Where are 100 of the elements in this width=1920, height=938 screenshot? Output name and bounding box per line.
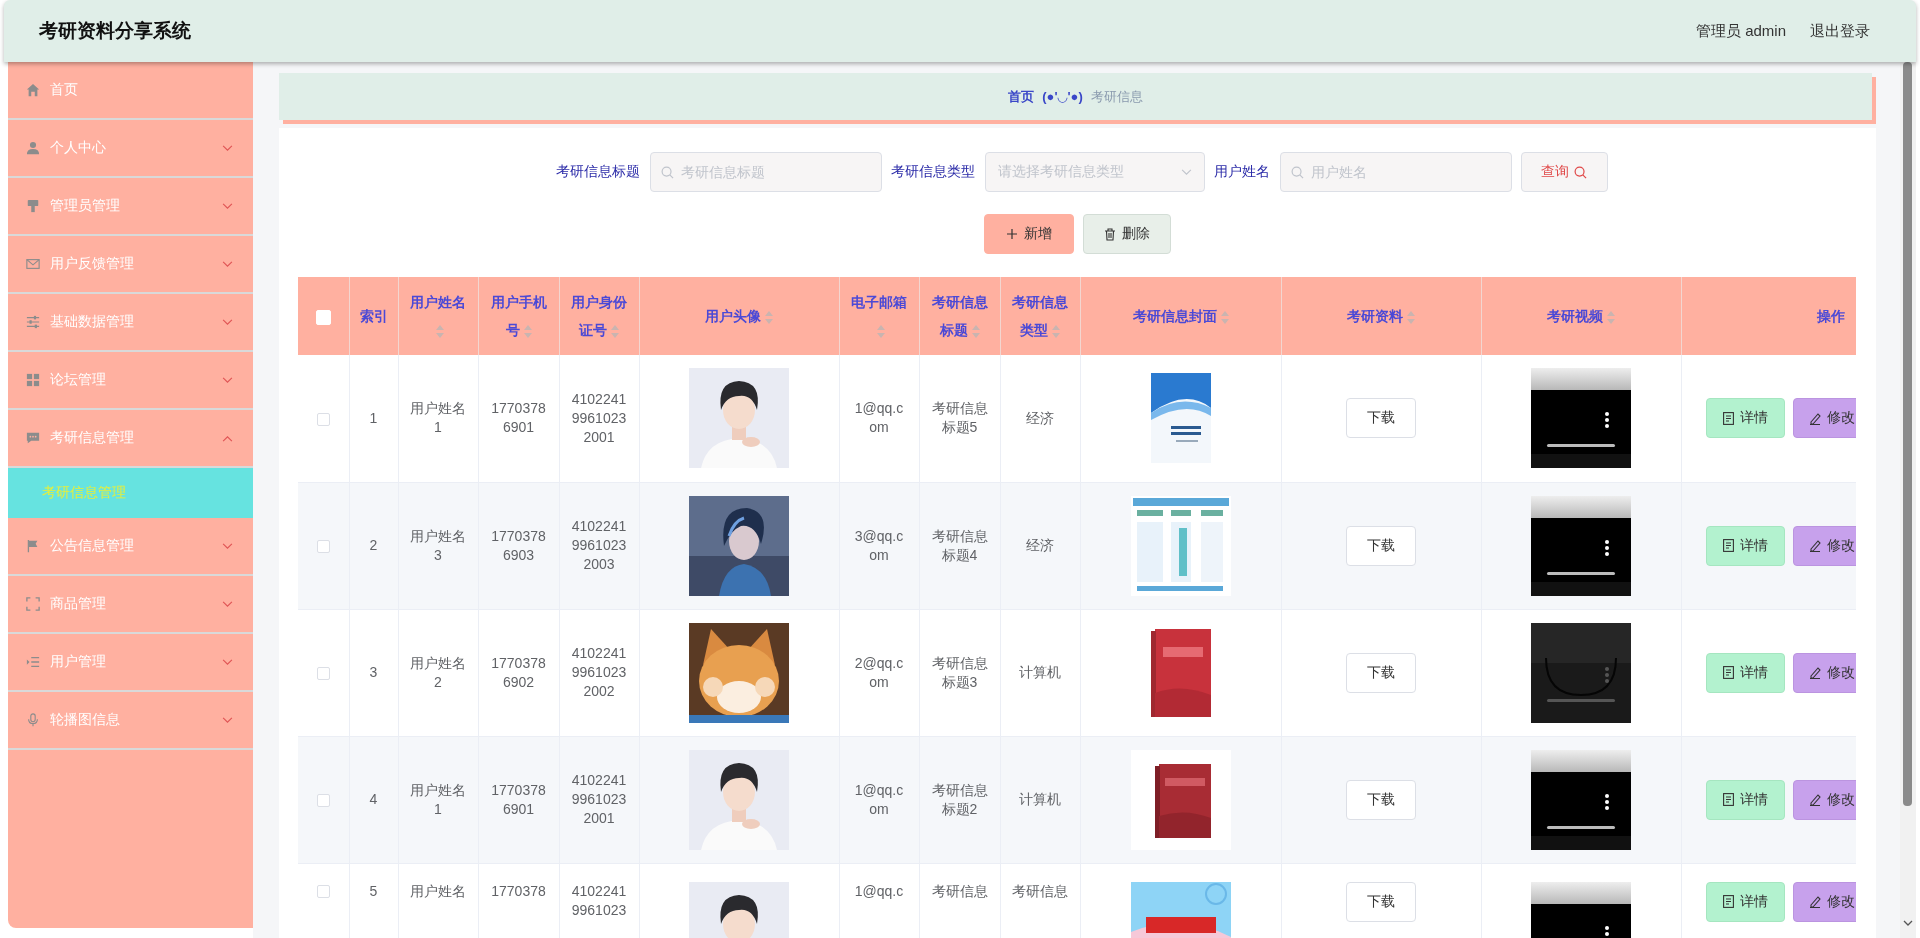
table-cell: 考研信息标题4 (919, 482, 1000, 609)
table-cell: 410224199610232002 (559, 609, 639, 736)
column-header[interactable]: 考研信息标题 (928, 288, 991, 344)
table-cell: 2@qq.com (839, 609, 919, 736)
home-icon (26, 83, 40, 97)
table-cell: 考研信息标题3 (919, 609, 1000, 736)
details-button[interactable]: 详情 (1705, 652, 1785, 693)
table-cell: 17703786903 (478, 482, 559, 609)
document-icon (1722, 411, 1734, 425)
grid-icon (26, 373, 40, 387)
stamp-icon (26, 199, 40, 213)
table-cell: 17703786901 (478, 355, 559, 482)
sort-icon (1052, 324, 1060, 338)
logout-link[interactable]: 退出登录 (1810, 21, 1870, 41)
table-cell: 41022419961023 (559, 863, 639, 938)
details-button[interactable]: 详情 (1705, 881, 1785, 922)
download-button[interactable]: 下载 (1346, 652, 1416, 693)
table-cell: 1@qq.com (839, 736, 919, 863)
table-cell: 用户姓名 (398, 863, 478, 938)
download-button[interactable]: 下载 (1346, 779, 1416, 820)
document-icon (1722, 666, 1734, 679)
checkbox[interactable] (316, 666, 330, 680)
table-cell: 计算机 (1000, 609, 1080, 736)
breadcrumb-link[interactable]: 首页 (1008, 87, 1035, 106)
pencil-icon (1809, 793, 1821, 806)
column-header[interactable]: 考研信息类型 (1009, 288, 1071, 344)
table-cell: 经济 (1000, 482, 1080, 609)
sliders-icon (26, 315, 40, 329)
column-header[interactable]: 用户姓名 (407, 288, 469, 344)
table-cell: 2 (349, 482, 398, 609)
pencil-icon (1809, 895, 1821, 908)
details-button[interactable]: 详情 (1705, 398, 1785, 439)
delete-button[interactable]: 删除 (1082, 214, 1171, 254)
document-icon (1722, 539, 1734, 552)
table-cell: 考研信息 (919, 863, 1000, 938)
table-cell: 1 (349, 355, 398, 482)
add-button[interactable]: 新增 (983, 214, 1074, 254)
details-button[interactable]: 详情 (1705, 525, 1785, 566)
table-cell: 考研信息标题2 (919, 736, 1000, 863)
field-label: 考研信息类型 (890, 163, 975, 181)
table-cell: 考研信息 (1000, 863, 1080, 938)
edit-button[interactable]: 修改 (1792, 779, 1856, 820)
flag-icon (26, 539, 40, 553)
table-cell: 410224199610232003 (559, 482, 639, 609)
search-button[interactable]: 查询 (1520, 152, 1608, 192)
column-header[interactable]: 电子邮箱 (848, 288, 910, 344)
download-button[interactable]: 下载 (1346, 881, 1416, 922)
search-icon (1290, 166, 1304, 179)
table-cell: 17703786902 (478, 609, 559, 736)
chat-icon (26, 431, 40, 445)
table-cell: 17703786901 (478, 736, 559, 863)
table-cell: 用户姓名3 (398, 482, 478, 609)
column-header[interactable]: 用户身份证号 (568, 288, 630, 344)
user-name: 管理员 admin (1695, 21, 1786, 41)
column-header[interactable]: 用户手机号 (487, 288, 550, 344)
microphone-icon (26, 713, 40, 727)
sort-icon (611, 324, 619, 338)
chevron-down-icon (1903, 920, 1913, 926)
app-title: 考研资料分享系统 (39, 19, 192, 43)
search-icon (660, 166, 674, 179)
edit-button[interactable]: 修改 (1792, 525, 1856, 566)
edit-button[interactable]: 修改 (1792, 398, 1856, 439)
plus-icon (1005, 228, 1018, 240)
table-cell: 1770378 (478, 863, 559, 938)
table-cell: 1@qq.com (839, 355, 919, 482)
download-button[interactable]: 下载 (1346, 398, 1416, 439)
breadcrumb-separator: (●'◡'●) (1042, 89, 1083, 104)
table-cell: 5 (349, 863, 398, 938)
table-cell: 3@qq.com (839, 482, 919, 609)
column-header: 操作 (1817, 307, 1845, 326)
frame-icon (26, 597, 40, 611)
table-cell: 经济 (1000, 355, 1080, 482)
field-label: 用户姓名 (1213, 163, 1270, 181)
column-header: 索引 (359, 307, 388, 326)
user-icon (26, 141, 40, 155)
column-header[interactable]: 考研视频 (1547, 302, 1615, 330)
edit-button[interactable]: 修改 (1792, 652, 1856, 693)
sort-icon (1220, 310, 1229, 324)
checkbox[interactable] (316, 885, 330, 899)
table-cell: 3 (349, 609, 398, 736)
column-header[interactable]: 考研资料 (1347, 302, 1415, 330)
sort-icon (1607, 310, 1615, 324)
list-icon (26, 655, 40, 669)
sort-icon (523, 324, 532, 338)
table-cell: 1@qq.c (839, 863, 919, 938)
download-button[interactable]: 下载 (1346, 525, 1416, 566)
table-cell: 410224199610232001 (559, 355, 639, 482)
trash-icon (1103, 227, 1116, 241)
details-button[interactable]: 详情 (1705, 779, 1785, 820)
edit-button[interactable]: 修改 (1792, 881, 1856, 922)
column-header[interactable]: 考研信息封面 (1132, 302, 1229, 330)
table-cell: 计算机 (1000, 736, 1080, 863)
sort-icon (877, 324, 885, 338)
column-header[interactable]: 用户头像 (705, 302, 773, 330)
document-icon (1722, 793, 1734, 806)
table-cell: 410224199610232001 (559, 736, 639, 863)
checkbox[interactable] (316, 412, 330, 426)
sort-icon (1407, 310, 1415, 324)
checkbox[interactable] (316, 539, 330, 553)
checkbox[interactable] (316, 793, 330, 807)
